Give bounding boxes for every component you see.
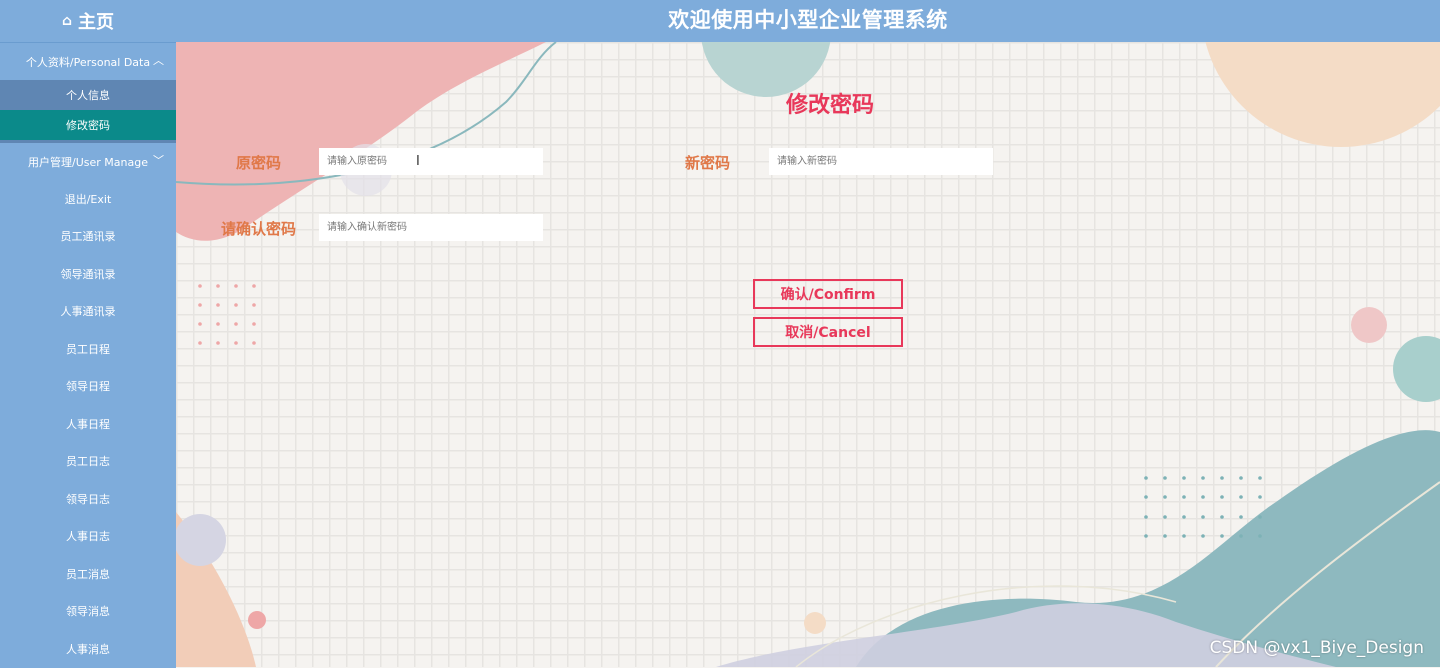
sidebar-item-label: 修改密码 bbox=[66, 119, 110, 132]
menu-group-label: 个人资料/Personal Data bbox=[25, 55, 151, 69]
sidebar-item-personal-info[interactable]: 个人信息 bbox=[0, 80, 176, 110]
sidebar-item-label: 人事日志 bbox=[66, 530, 110, 544]
sidebar-item-leader-schedule[interactable]: 领导日程 bbox=[0, 368, 176, 406]
sidebar-item-label: 领导通讯录 bbox=[60, 267, 116, 281]
confirm-button[interactable]: 确认/Confirm bbox=[753, 279, 903, 309]
sidebar-item-employee-messages[interactable]: 员工消息 bbox=[0, 555, 176, 593]
sidebar-item-label: 领导日志 bbox=[66, 492, 110, 506]
sidebar-item-label: 人事日程 bbox=[66, 417, 110, 431]
new-password-input[interactable] bbox=[769, 148, 993, 175]
sidebar-item-label: 员工通讯录 bbox=[60, 230, 116, 244]
sidebar-item-hr-contacts[interactable]: 人事通讯录 bbox=[0, 293, 176, 331]
chevron-down-icon: ﹀ bbox=[153, 154, 164, 167]
submenu-personal-data: 个人信息 修改密码 bbox=[0, 80, 176, 140]
cancel-button[interactable]: 取消/Cancel bbox=[753, 317, 903, 347]
old-password-input[interactable] bbox=[319, 148, 543, 175]
chevron-up-icon: ︿ bbox=[153, 54, 164, 67]
home-icon: ⌂ bbox=[61, 13, 73, 29]
confirm-password-label: 请确认密码 bbox=[221, 220, 297, 238]
sidebar-item-exit[interactable]: 退出/Exit bbox=[0, 180, 176, 218]
sidebar-item-label: 员工消息 bbox=[66, 567, 110, 581]
sidebar-item-employee-contacts[interactable]: 员工通讯录 bbox=[0, 218, 176, 256]
old-password-label: 原密码 bbox=[236, 154, 282, 172]
confirm-password-input[interactable] bbox=[319, 214, 543, 241]
main-content: 修改密码 原密码 I 新密码 请确认密码 确认/Confirm 取消/Cance… bbox=[176, 42, 1440, 667]
menu-group-personal-data[interactable]: 个人资料/Personal Data ︿ bbox=[0, 43, 176, 80]
sidebar-item-label: 领导日程 bbox=[66, 380, 110, 394]
sidebar-item-hr-messages[interactable]: 人事消息 bbox=[0, 630, 176, 668]
sidebar-item-hr-log[interactable]: 人事日志 bbox=[0, 518, 176, 556]
decorative-background bbox=[176, 42, 1440, 667]
sidebar-item-leader-log[interactable]: 领导日志 bbox=[0, 480, 176, 518]
sidebar-item-label: 退出/Exit bbox=[64, 192, 112, 206]
watermark: CSDN @vx1_Biye_Design bbox=[1209, 638, 1424, 658]
sidebar-item-label: 人事通讯录 bbox=[60, 305, 116, 319]
sidebar: 个人资料/Personal Data ︿ 个人信息 修改密码 用户管理/User… bbox=[0, 42, 176, 668]
top-bar: ⌂ 主页 欢迎使用中小型企业管理系统 bbox=[0, 0, 1440, 42]
home-label: 主页 bbox=[78, 12, 115, 33]
sidebar-item-label: 人事消息 bbox=[66, 642, 110, 656]
form-title: 修改密码 bbox=[786, 93, 875, 118]
sidebar-item-leader-contacts[interactable]: 领导通讯录 bbox=[0, 255, 176, 293]
sidebar-item-label: 领导消息 bbox=[66, 605, 110, 619]
text-cursor-icon: I bbox=[416, 154, 420, 169]
sidebar-item-hr-schedule[interactable]: 人事日程 bbox=[0, 405, 176, 443]
menu-group-user-manage[interactable]: 用户管理/User Manage ﹀ bbox=[0, 143, 176, 180]
sidebar-item-employee-schedule[interactable]: 员工日程 bbox=[0, 330, 176, 368]
sidebar-item-label: 员工日志 bbox=[66, 455, 110, 469]
new-password-label: 新密码 bbox=[685, 154, 731, 172]
sidebar-item-leader-messages[interactable]: 领导消息 bbox=[0, 593, 176, 631]
menu-group-label: 用户管理/User Manage bbox=[28, 155, 148, 169]
sidebar-item-label: 个人信息 bbox=[66, 89, 110, 102]
home-link[interactable]: ⌂ 主页 bbox=[0, 0, 176, 42]
app-title: 欢迎使用中小型企业管理系统 bbox=[668, 8, 948, 32]
sidebar-item-label: 员工日程 bbox=[66, 342, 110, 356]
sidebar-item-employee-log[interactable]: 员工日志 bbox=[0, 443, 176, 481]
sidebar-item-change-password[interactable]: 修改密码 bbox=[0, 110, 176, 140]
